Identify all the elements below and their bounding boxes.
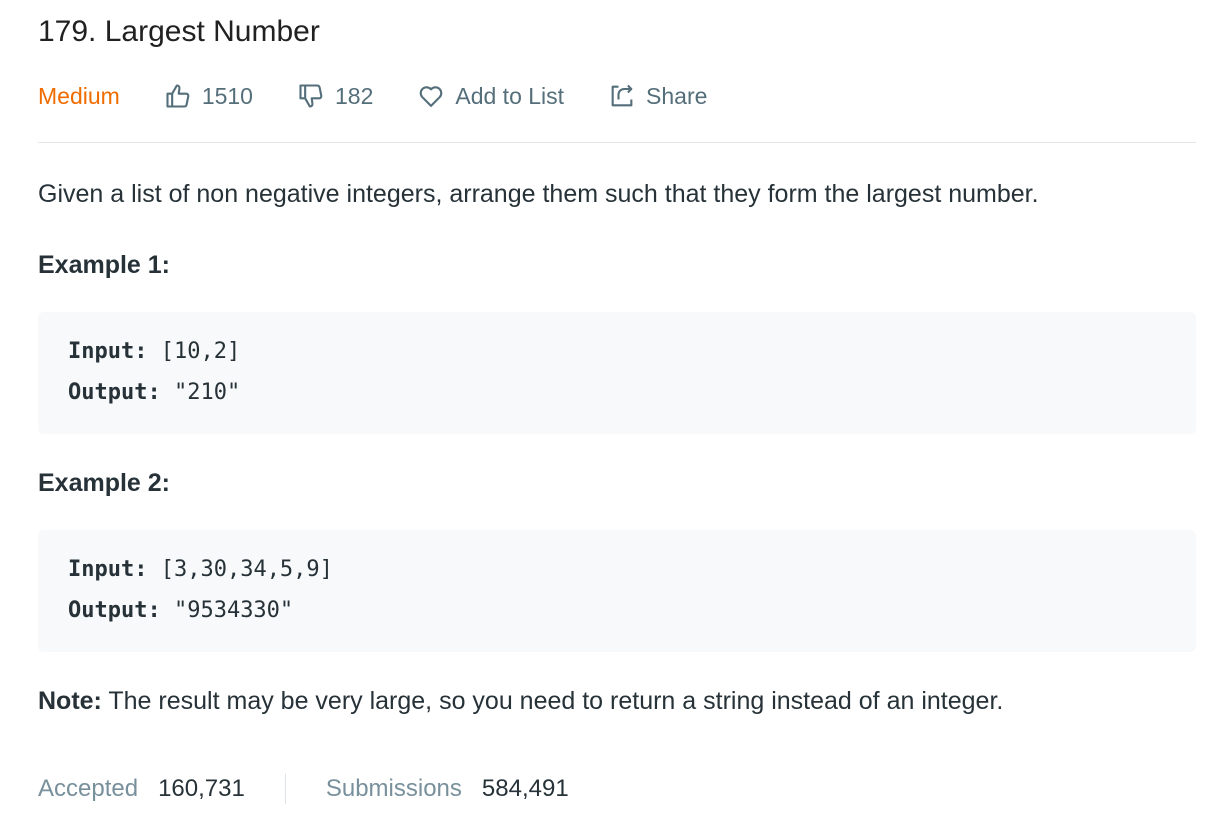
problem-meta-bar: Medium 1510 182 Add to List Share [38,78,751,114]
example-2-heading: Example 2: [38,469,171,497]
share-icon [611,84,633,107]
accepted-label: Accepted [38,775,139,802]
add-to-list-label: Add to List [455,82,565,109]
problem-page: 179. Largest Number Medium 1510 182 Add … [0,0,1215,816]
likes-count: 1510 [201,82,253,109]
submissions-label: Submissions [325,775,462,802]
example-1-codeblock: Input: [10,2] Output: "210" [38,312,1196,434]
example-1-input-line: Input: [10,2] [68,337,240,367]
example-1-output-line: Output: "210" [68,378,240,408]
output-value: "210" [160,380,241,405]
submissions-value: 584,491 [481,775,569,802]
share-button[interactable]: Share [608,82,707,110]
example-2-input-line: Input: [3,30,34,5,9] [68,555,333,585]
accepted-value: 160,731 [158,775,245,802]
problem-description: Given a list of non negative integers, a… [38,180,1039,208]
example-1-heading: Example 1: [38,251,171,279]
heart-icon [420,86,443,107]
thumbs-down-icon [299,84,323,108]
example-2-codeblock: Input: [3,30,34,5,9] Output: "9534330" [38,530,1196,652]
submission-stats: Accepted 160,731 Submissions 584,491 [38,772,569,806]
note-label: Note: [38,687,102,715]
note-paragraph: Note: The result may be very large, so y… [38,684,1003,718]
input-label: Input: [68,339,148,364]
input-value: [10,2] [147,339,241,364]
output-label: Output: [68,380,161,405]
stats-divider [284,774,286,804]
thumbs-up-icon [166,84,190,108]
like-button[interactable]: 1510 [164,82,253,110]
problem-title: 179. Largest Number [38,15,320,48]
output-value: "9534330" [160,598,294,623]
difficulty-badge: Medium [38,82,120,109]
output-label: Output: [68,598,161,623]
share-label: Share [646,82,708,109]
input-value: [3,30,34,5,9] [147,557,333,582]
input-label: Input: [68,557,148,582]
dislike-button[interactable]: 182 [297,82,373,110]
note-text: The result may be very large, so you nee… [101,687,1004,715]
example-2-output-line: Output: "9534330" [68,596,293,626]
add-to-list-button[interactable]: Add to List [417,82,564,110]
divider [38,142,1196,143]
dislikes-count: 182 [334,82,374,109]
